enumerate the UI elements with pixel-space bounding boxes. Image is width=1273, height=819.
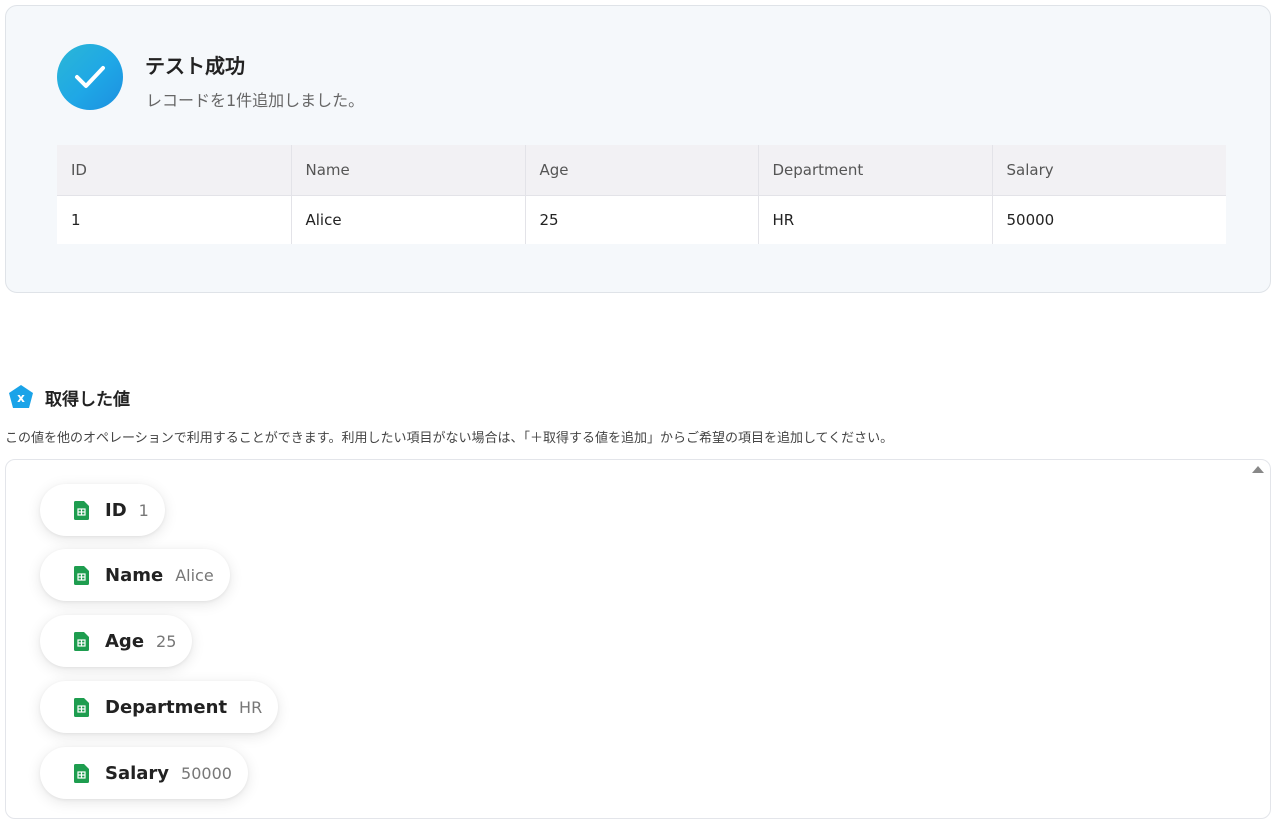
value-chip-id[interactable]: ID 1 (40, 484, 165, 536)
chip-value: 25 (156, 631, 177, 651)
table-cell: 25 (525, 195, 759, 244)
chip-label: Department (105, 696, 228, 718)
chip-label: Salary (105, 762, 170, 784)
value-chip-age[interactable]: Age 25 (40, 615, 193, 667)
column-header-age: Age (525, 145, 759, 196)
table-cell: 50000 (992, 195, 1226, 244)
result-table: ID Name Age Department Salary 1 Alice 25… (57, 145, 1226, 244)
success-check-icon (57, 44, 123, 110)
svg-text:x: x (17, 391, 25, 405)
test-success-card: テスト成功 レコードを1件追加しました。 ID Name Age Departm… (5, 5, 1271, 293)
retrieved-values-description: この値を他のオペレーションで利用することができます。利用したい項目がない場合は、… (5, 431, 894, 446)
chip-value: Alice (175, 565, 214, 585)
table-cell: HR (758, 195, 993, 244)
scroll-up-arrow-icon[interactable] (1252, 466, 1264, 473)
spreadsheet-icon (74, 631, 89, 651)
table-cell: 1 (57, 195, 292, 244)
chip-label: ID (105, 499, 127, 521)
spreadsheet-icon (74, 763, 89, 783)
value-chip-department[interactable]: Department HR (40, 681, 279, 733)
chip-value: 1 (138, 500, 149, 520)
chip-value: 50000 (181, 763, 232, 783)
column-header-id: ID (57, 145, 292, 196)
table-header-row: ID Name Age Department Salary (57, 145, 1226, 196)
chip-label: Name (105, 564, 164, 586)
success-title: テスト成功 (145, 54, 245, 78)
chip-value: HR (239, 697, 263, 717)
table-cell: Alice (291, 195, 526, 244)
retrieved-values-title: 取得した値 (45, 390, 130, 410)
spreadsheet-icon (74, 500, 89, 520)
table-row: 1 Alice 25 HR 50000 (57, 195, 1226, 244)
value-chip-salary[interactable]: Salary 50000 (40, 747, 248, 799)
chip-label: Age (105, 630, 145, 652)
column-header-department: Department (758, 145, 993, 196)
retrieved-values-list[interactable]: ID 1 Name Alice Age 25 Department HR Sal… (5, 459, 1271, 819)
success-message: レコードを1件追加しました。 (146, 91, 365, 110)
spreadsheet-icon (74, 697, 89, 717)
column-header-salary: Salary (992, 145, 1226, 196)
value-chip-name[interactable]: Name Alice (40, 549, 230, 601)
spreadsheet-icon (74, 565, 89, 585)
variable-icon: x (7, 383, 35, 411)
column-header-name: Name (291, 145, 526, 196)
